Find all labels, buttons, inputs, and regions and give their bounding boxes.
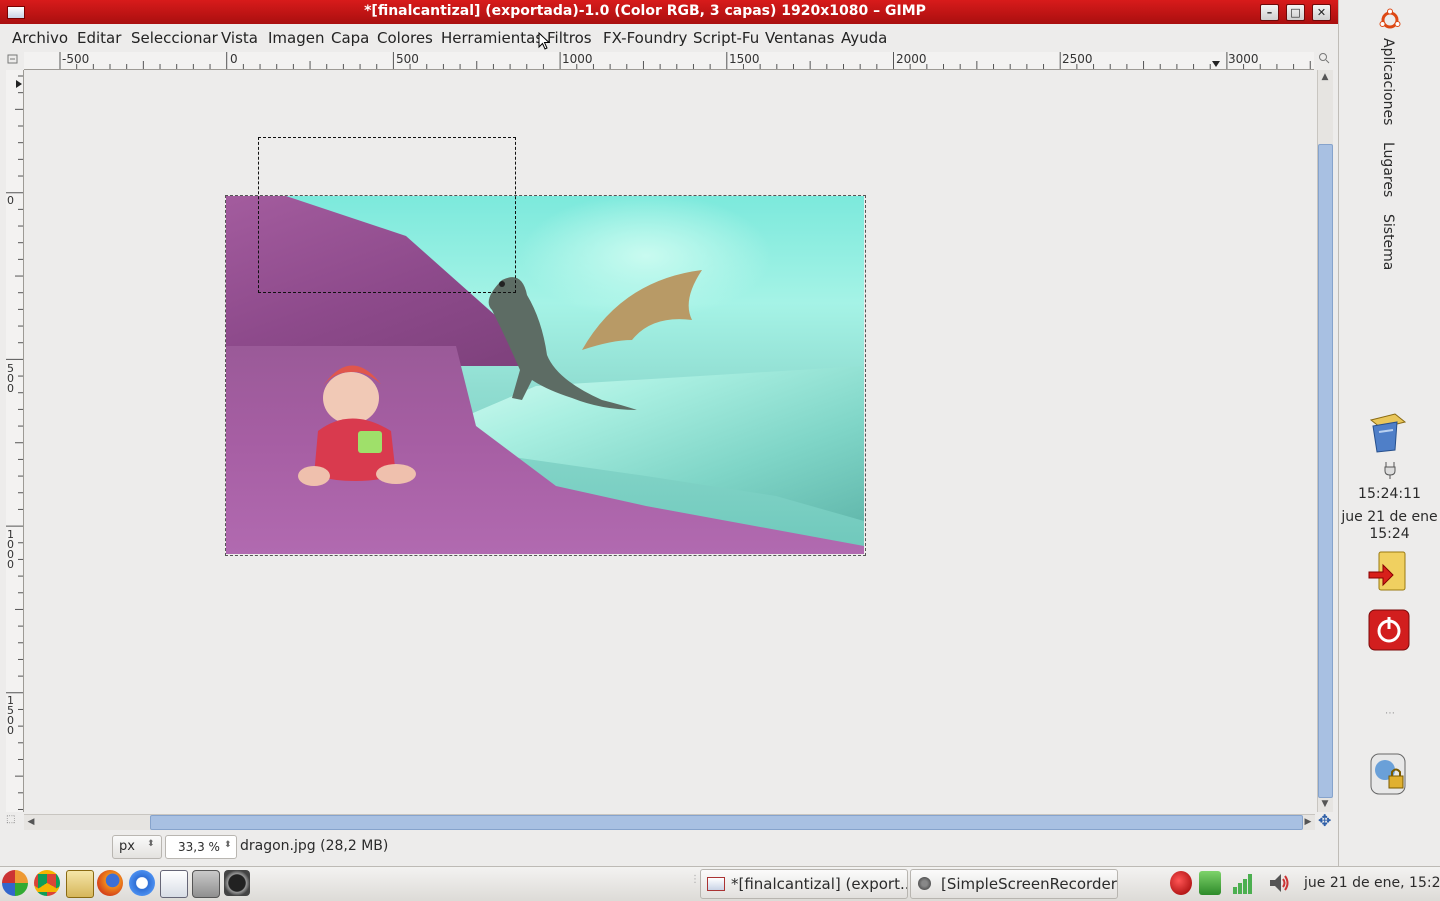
maximize-button[interactable]: □ <box>1286 4 1305 21</box>
taskbar-separator: ⋮ <box>690 874 700 885</box>
menu-ventanas[interactable]: Ventanas <box>765 29 834 47</box>
panel-menu-sistema[interactable]: Sistema <box>1380 214 1396 270</box>
gimp-task-icon <box>707 877 725 891</box>
horizontal-ruler-ticks <box>59 52 1311 69</box>
vertical-ruler[interactable]: 0 500 1000 1500 <box>6 70 24 812</box>
baby-figure-icon <box>298 365 416 486</box>
menu-script-fu[interactable]: Script-Fu <box>693 29 759 47</box>
menu-filtros[interactable]: Filtros <box>547 29 592 47</box>
vruler-label: 500 <box>7 362 14 395</box>
panel-clock-date[interactable]: jue 21 de ene 15:24 <box>1339 509 1440 543</box>
menu-editar[interactable]: Editar <box>77 29 121 47</box>
hruler-label: 2500 <box>1062 52 1093 66</box>
trash-applet-icon[interactable] <box>1365 410 1409 454</box>
window-title: *[finalcantizal] (exportada)-1.0 (Color … <box>364 3 926 19</box>
hruler-label: 3000 <box>1228 52 1259 66</box>
rectangle-selection[interactable] <box>258 137 516 293</box>
panel-menu-lugares[interactable]: Lugares <box>1380 142 1396 197</box>
panel-clock-date-line: jue 21 de ene <box>1341 509 1438 525</box>
menu-vista[interactable]: Vista <box>221 29 258 47</box>
menu-fx-foundry[interactable]: FX-Foundry <box>603 29 687 47</box>
hruler-label: 500 <box>396 52 419 66</box>
taskbar-clock[interactable]: jue 21 de ene, 15:24 <box>1304 875 1440 891</box>
files-icon[interactable] <box>160 870 188 898</box>
vertical-scroll-thumb[interactable] <box>1318 144 1333 798</box>
shutdown-icon[interactable] <box>1367 608 1411 652</box>
power-plug-icon[interactable] <box>1383 460 1397 480</box>
zoom-on-resize-button[interactable] <box>1318 52 1332 66</box>
zoom-value: 33,3 % <box>178 840 220 854</box>
menu-colores[interactable]: Colores <box>377 29 433 47</box>
main-menu-icon[interactable] <box>2 870 28 896</box>
hruler-label: 2000 <box>896 52 927 66</box>
hruler-label: 1000 <box>562 52 593 66</box>
hruler-label: 0 <box>230 52 238 66</box>
close-button[interactable]: ✕ <box>1312 4 1331 21</box>
task-screen-recorder[interactable]: [SimpleScreenRecorder] <box>910 869 1118 899</box>
log-out-icon[interactable] <box>1367 550 1411 594</box>
scroll-left-arrow-icon[interactable]: ◀ <box>24 815 38 829</box>
dropdown-arrow-icon: ⬍ <box>147 839 155 849</box>
status-message: dragon.jpg (28,2 MB) <box>240 838 389 854</box>
menu-capa[interactable]: Capa <box>331 29 369 47</box>
horizontal-scroll-thumb[interactable] <box>150 815 1303 830</box>
image-canvas[interactable] <box>24 70 1315 812</box>
ubuntu-logo-icon[interactable] <box>1378 8 1402 32</box>
menu-seleccionar[interactable]: Seleccionar <box>131 29 218 47</box>
record-indicator-icon[interactable] <box>1170 871 1192 895</box>
dropdown-arrow-icon: ⬍ <box>224 840 232 850</box>
mouse-cursor-icon <box>538 32 551 50</box>
task-label: *[finalcantizal] (export... <box>731 875 908 893</box>
chrome-icon[interactable] <box>34 870 60 896</box>
menu-ayuda[interactable]: Ayuda <box>841 29 887 47</box>
panel-clock-date-line: 15:24 <box>1369 526 1410 542</box>
vruler-label: 0 <box>7 194 14 207</box>
panel-menu-aplicaciones[interactable]: Aplicaciones <box>1380 38 1396 125</box>
menu-bar: Archivo Editar Seleccionar Vista Imagen … <box>0 26 1338 50</box>
chromium-icon[interactable] <box>129 870 155 896</box>
title-bar[interactable]: *[finalcantizal] (exportada)-1.0 (Color … <box>0 0 1338 24</box>
panel-drag-handle[interactable]: ⋯ <box>1385 708 1395 719</box>
ruler-pointer-marker <box>16 80 22 88</box>
navigate-image-icon[interactable]: ✥ <box>1318 813 1334 829</box>
task-gimp-window[interactable]: *[finalcantizal] (export... <box>700 869 908 899</box>
hruler-label: -500 <box>62 52 90 66</box>
recycle-bin-icon[interactable] <box>1199 871 1221 895</box>
recorder-task-icon <box>918 877 931 890</box>
vruler-label: 1500 <box>7 694 14 737</box>
screenshot-icon[interactable] <box>192 870 220 898</box>
scroll-up-arrow-icon[interactable]: ▲ <box>1318 70 1332 84</box>
zoom-field[interactable]: 33,3 % ⬍ <box>165 835 237 859</box>
ruler-corner-button[interactable] <box>6 52 22 68</box>
panel-clock-time[interactable]: 15:24:11 <box>1339 486 1440 502</box>
scroll-down-arrow-icon[interactable]: ▼ <box>1318 797 1332 811</box>
unit-selector[interactable]: px ⬍ <box>112 835 162 859</box>
ruler-pointer-marker <box>1212 61 1220 67</box>
hruler-label: 1500 <box>729 52 760 66</box>
lock-screen-icon[interactable] <box>1367 752 1411 796</box>
vruler-label: 1000 <box>7 528 14 571</box>
horizontal-ruler[interactable]: -500 0 500 1000 1500 2000 2500 3000 <box>24 52 1314 70</box>
unit-value: px <box>119 839 135 854</box>
task-label: [SimpleScreenRecorder] <box>941 875 1118 893</box>
scroll-right-arrow-icon[interactable]: ▶ <box>1301 815 1315 829</box>
camera-icon[interactable] <box>224 870 250 896</box>
volume-icon[interactable] <box>1268 871 1290 895</box>
text-editor-icon[interactable] <box>66 870 94 898</box>
menu-imagen[interactable]: Imagen <box>268 29 324 47</box>
minimize-button[interactable]: – <box>1260 4 1279 21</box>
quick-mask-toggle-icon[interactable]: ⬚ <box>6 814 20 828</box>
menu-archivo[interactable]: Archivo <box>12 29 68 47</box>
menu-herramientas[interactable]: Herramientas <box>441 29 543 47</box>
network-signal-icon[interactable] <box>1232 871 1254 895</box>
firefox-icon[interactable] <box>97 870 123 896</box>
